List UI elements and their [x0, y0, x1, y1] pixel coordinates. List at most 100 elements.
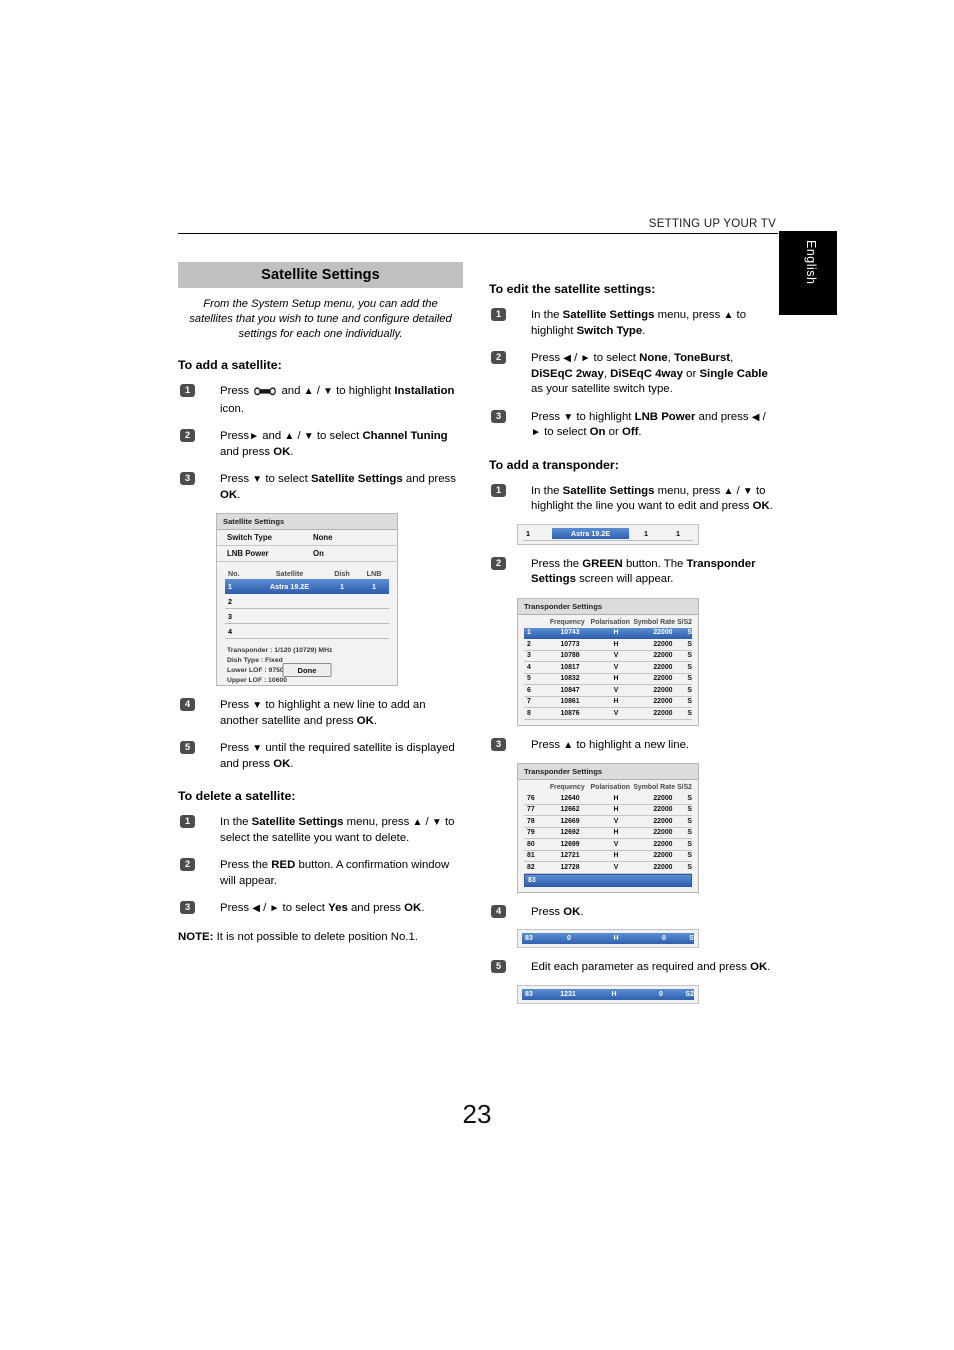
right-column: To edit the satellite settings: 1 In the … [489, 262, 774, 1004]
step-transponder-1: 1 In the Satellite Settings menu, press ▲… [489, 483, 774, 515]
satellite-info-line: Upper LOF : 10600 [227, 676, 288, 684]
satellite-row-strip-inner[interactable]: 1 Astra 19.2E 1 1 [523, 527, 693, 541]
step-number: 5 [491, 960, 506, 973]
table-row[interactable]: 4 10817 V 22000 S [524, 662, 692, 674]
step-text: Press ◀ / ► to select Yes and press OK. [220, 902, 425, 915]
cell-s-s2: S [687, 817, 692, 825]
strip-dish: 1 [644, 528, 648, 538]
step-transponder-2: 2 Press the GREEN button. The Transponder… [489, 556, 774, 588]
cell-symbol-rate: 22000 [653, 852, 673, 860]
satellite-settings-panel-title: Satellite Settings [217, 514, 397, 531]
step-text: Press ▼ to select Satellite Settings and… [220, 473, 456, 501]
cell-frequency: 12669 [560, 817, 580, 825]
table-row[interactable]: 8 10876 V 22000 S [524, 708, 692, 720]
cell-s-s2: S [687, 640, 692, 648]
transponder-panel-2-title: Transponder Settings [518, 764, 698, 780]
cell-frequency: 10832 [560, 675, 580, 683]
satellite-row-strip: 1 Astra 19.2E 1 1 [517, 523, 699, 545]
cell-polarisation: H [613, 640, 619, 648]
table-row[interactable]: 2 [225, 594, 389, 610]
cell-polarisation: V [613, 663, 619, 671]
step: 3 Press ▲ to highlight a new line. [489, 737, 774, 754]
transponder-edit-bar-2-inner[interactable]: 83 1231 H 0 S2 [522, 988, 694, 1000]
cell-polarisation: V [613, 709, 619, 717]
edit-bar-1-symbol-rate: 0 [662, 935, 666, 942]
cell-s-s2: S [687, 652, 692, 660]
step-number: 3 [491, 737, 506, 751]
step: 5 Press ▼ until the required satellite is… [178, 741, 463, 772]
transponder-edit-bar-1-inner[interactable]: 83 0 H 0 S [522, 933, 694, 944]
cell-no: 1 [228, 581, 232, 591]
left-column: Satellite Settings From the System Setup… [178, 262, 463, 945]
cell-polarisation: H [613, 829, 619, 837]
step: 3 Press ▼ to highlight LNB Power and pres… [489, 409, 774, 441]
cell-frequency: 10861 [560, 698, 580, 706]
done-button[interactable]: Done [282, 663, 332, 678]
note-text: NOTE: It is not possible to delete posit… [178, 930, 418, 943]
step-transponder-4: 4 Press OK. [489, 904, 774, 921]
column-header-satellite: Satellite [275, 568, 304, 578]
cell-index: 76 [527, 794, 535, 802]
step-text: Press and ▲ / ▼ to highlight Installatio… [220, 385, 455, 415]
table-row[interactable]: 4 [225, 624, 389, 640]
cell-symbol-rate: 22000 [653, 686, 673, 694]
cell-index: 81 [527, 852, 535, 860]
table-row[interactable]: 82 12728 V 22000 S [524, 862, 692, 874]
step-number: 3 [180, 472, 195, 486]
column-header-dish: Dish [334, 568, 350, 578]
lnb-power-value: On [313, 549, 324, 559]
cell-index: 83 [528, 876, 536, 884]
cell-index: 77 [527, 806, 535, 814]
column-header-frequency: Frequency [549, 618, 585, 626]
strip-no: 1 [526, 528, 530, 538]
table-row[interactable]: 3 [225, 609, 389, 625]
cell-symbol-rate: 22000 [653, 640, 673, 648]
step-number: 3 [180, 901, 195, 915]
cell-polarisation: V [613, 686, 619, 694]
cell-dish: 1 [340, 581, 344, 591]
table-row[interactable]: 3 10788 V 22000 S [524, 651, 692, 662]
cell-frequency: 10743 [560, 629, 580, 637]
step: 5 Edit each parameter as required and pre… [489, 960, 774, 976]
cell-s-s2: S [687, 806, 692, 814]
cell-symbol-rate: 22000 [653, 863, 673, 871]
cell-frequency: 12721 [560, 852, 580, 860]
edit-bar-1-polarisation: H [613, 935, 619, 942]
step-number: 1 [491, 308, 506, 321]
column-header-frequency-2: Frequency [549, 784, 585, 791]
table-row[interactable]: 5 10832 H 22000 S [524, 674, 692, 685]
table-row[interactable]: 7 10861 H 22000 S [524, 697, 692, 708]
cell-polarisation: V [613, 863, 619, 871]
table-row[interactable]: 76 12640 H 22000 S [524, 793, 692, 805]
cell-s-s2: S [687, 794, 692, 802]
table-row[interactable]: 2 10773 H 22000 S [524, 639, 692, 651]
cell-s-s2: S [687, 709, 692, 717]
cell-polarisation: V [613, 840, 619, 848]
edit-bar-2-frequency: 1231 [560, 990, 576, 998]
table-row[interactable]: 79 12692 H 22000 S [524, 828, 692, 839]
step-text: Press the RED button. A confirmation win… [220, 859, 450, 887]
steps-add-satellite-continued: 4 Press ▼ to highlight a new line to add … [178, 698, 463, 772]
lnb-power-row[interactable]: LNB Power On [217, 546, 397, 563]
table-row[interactable]: 6 10847 V 22000 S [524, 685, 692, 697]
table-row[interactable]: 81 12721 H 22000 S [524, 851, 692, 862]
step-text: Press► and ▲ / ▼ to select Channel Tunin… [220, 430, 448, 458]
cell-index: 4 [527, 663, 531, 671]
edit-bar-2-polarisation: H [611, 990, 617, 998]
switch-type-row[interactable]: Switch Type None [217, 530, 397, 547]
switch-type-value: None [313, 533, 333, 543]
step-transponder-3: 3 Press ▲ to highlight a new line. [489, 737, 774, 754]
running-title: SETTING UP YOUR TV [648, 218, 776, 230]
cell-no: 4 [228, 626, 232, 636]
table-row[interactable]: 77 12662 H 22000 S [524, 805, 692, 816]
satellite-info-line: Transponder : 1/120 (10729) MHz [227, 647, 333, 655]
table-row[interactable]: 78 12669 V 22000 S [524, 816, 692, 828]
table-row[interactable]: 1 10743 H 22000 S [524, 627, 692, 639]
table-row[interactable]: 83 [524, 873, 692, 887]
heading-add-transponder: To add a transponder: [489, 457, 619, 472]
table-row[interactable]: 1 Astra 19.2E 1 1 [225, 579, 389, 595]
switch-type-label: Switch Type [227, 533, 272, 543]
column-header-s-s2: S/S2 [677, 618, 693, 626]
cell-polarisation: H [613, 852, 619, 860]
table-row[interactable]: 80 12699 V 22000 S [524, 839, 692, 851]
